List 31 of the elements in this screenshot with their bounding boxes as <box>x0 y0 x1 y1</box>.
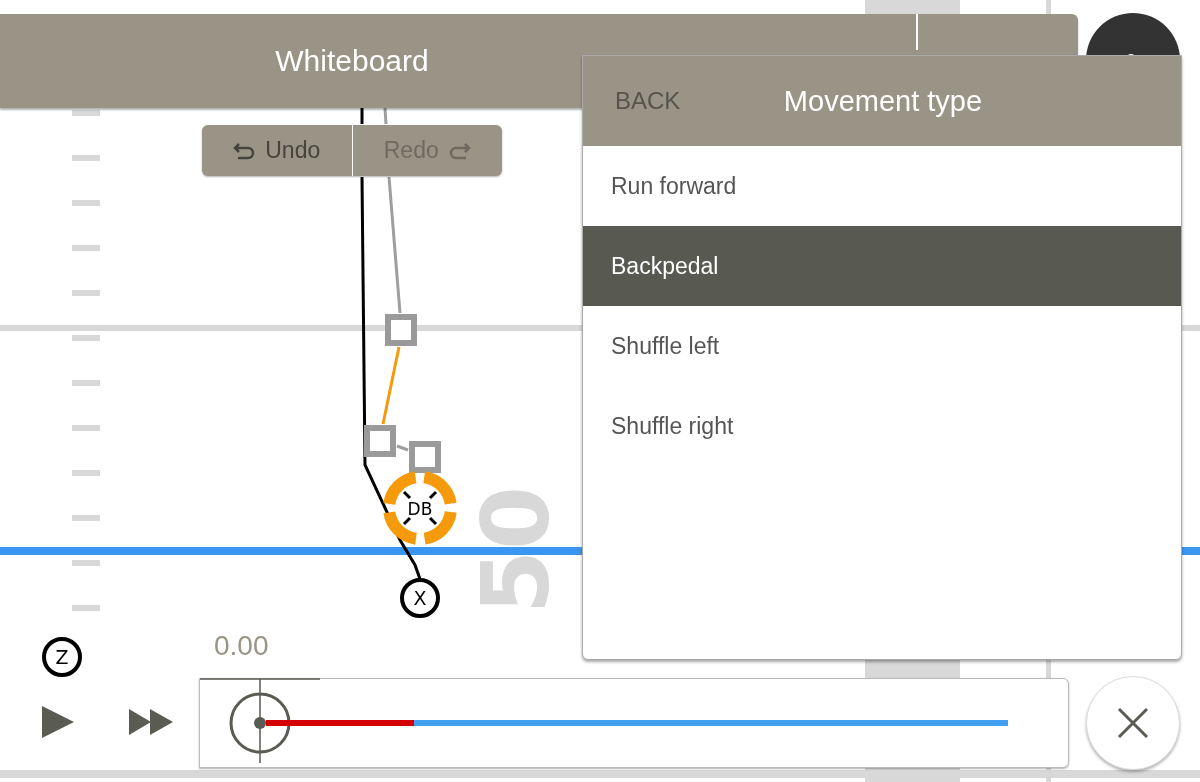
time-reading: 0.00 <box>214 630 269 662</box>
hash-mark <box>72 155 100 161</box>
hash-mark <box>72 200 100 206</box>
hash-mark <box>72 605 100 611</box>
receiver-marker[interactable]: Z <box>42 637 82 677</box>
hash-mark <box>72 425 100 431</box>
hash-mark <box>72 290 100 296</box>
movement-option[interactable]: Shuffle left <box>583 306 1181 386</box>
hash-mark <box>72 245 100 251</box>
hash-mark <box>72 335 100 341</box>
header-title: Whiteboard <box>274 44 430 78</box>
play-icon <box>40 705 76 739</box>
close-icon <box>1117 707 1149 739</box>
waypoint-handle[interactable] <box>364 425 396 457</box>
receiver-marker[interactable]: X <box>400 578 440 618</box>
hash-mark <box>72 380 100 386</box>
movement-option[interactable]: Run forward <box>583 146 1181 226</box>
fast-forward-icon <box>129 709 174 735</box>
play-button[interactable] <box>40 705 76 739</box>
hash-mark <box>72 470 100 476</box>
hash-mark <box>72 515 100 521</box>
movement-option[interactable]: Shuffle right <box>583 386 1181 466</box>
defender-marker[interactable]: DB <box>383 471 457 545</box>
waypoint-handle[interactable] <box>409 441 441 473</box>
hash-mark <box>72 110 100 116</box>
fast-forward-button[interactable] <box>129 709 174 735</box>
movement-option[interactable]: Backpedal <box>583 226 1181 306</box>
scrubber-handle[interactable] <box>200 675 322 763</box>
hash-mark <box>72 560 100 566</box>
waypoint-handle[interactable] <box>385 314 417 346</box>
panel-title: Movement type <box>782 84 984 118</box>
